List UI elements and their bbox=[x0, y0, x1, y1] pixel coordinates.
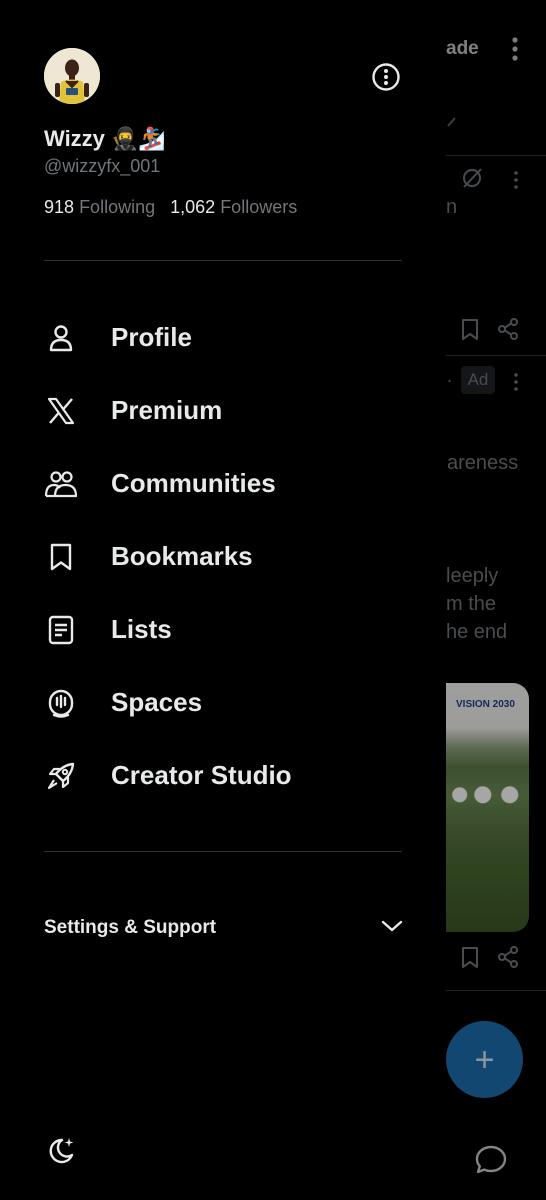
media-caption: VISION 2030 bbox=[456, 699, 515, 710]
menu-item-spaces[interactable]: Spaces bbox=[0, 666, 446, 739]
menu-item-label: Premium bbox=[111, 395, 223, 425]
divider bbox=[44, 851, 402, 852]
chevron-fragment-icon bbox=[446, 110, 458, 135]
chevron-down-icon bbox=[380, 919, 404, 938]
menu-item-label: Lists bbox=[111, 614, 172, 644]
menu-item-communities[interactable]: Communities bbox=[0, 447, 446, 520]
settings-support-label: Settings & Support bbox=[44, 917, 217, 938]
feed-divider bbox=[446, 990, 546, 991]
menu-item-profile[interactable]: Profile bbox=[0, 301, 446, 374]
menu-item-label: Communities bbox=[111, 468, 276, 498]
menu-item-label: Spaces bbox=[111, 687, 203, 717]
menu-item-label: Creator Studio bbox=[111, 760, 292, 790]
avatar[interactable] bbox=[44, 48, 100, 104]
feed-divider bbox=[446, 355, 546, 356]
display-name[interactable]: Wizzy 🥷🏂 bbox=[44, 126, 166, 152]
feed-text-fragment: leeply bbox=[446, 565, 499, 587]
feed-text-fragment: m the bbox=[446, 593, 497, 615]
display-mode-button[interactable] bbox=[44, 1134, 78, 1168]
following-count: 918 bbox=[44, 197, 75, 217]
divider bbox=[44, 260, 402, 261]
menu-item-label: Bookmarks bbox=[111, 541, 253, 571]
settings-support-toggle[interactable]: Settings & Support bbox=[44, 904, 404, 952]
feed-dot-fragment: . bbox=[447, 366, 453, 386]
plus-icon: + bbox=[474, 1040, 495, 1079]
share-icon[interactable] bbox=[497, 946, 519, 973]
navigation-drawer: Wizzy 🥷🏂 @wizzyfx_001 918 Following 1,06… bbox=[0, 0, 446, 1200]
more-vertical-icon[interactable] bbox=[508, 36, 522, 69]
spaces-icon bbox=[44, 686, 78, 720]
bookmark-icon bbox=[44, 540, 78, 574]
followers-link[interactable]: 1,062 Followers bbox=[170, 197, 297, 217]
grok-icon[interactable] bbox=[460, 166, 484, 195]
feed-header-fragment: ade bbox=[446, 38, 479, 59]
rocket-icon bbox=[44, 759, 78, 793]
messages-icon[interactable] bbox=[474, 1144, 508, 1181]
menu-item-lists[interactable]: Lists bbox=[0, 593, 446, 666]
post-more-icon[interactable] bbox=[511, 372, 521, 397]
x-logo-icon bbox=[44, 394, 78, 428]
post-more-icon[interactable] bbox=[511, 170, 521, 195]
menu-item-bookmarks[interactable]: Bookmarks bbox=[0, 520, 446, 593]
menu-item-premium[interactable]: Premium bbox=[0, 374, 446, 447]
feed-text-fragment: n bbox=[446, 196, 458, 218]
media-people bbox=[452, 781, 529, 827]
list-icon bbox=[44, 613, 78, 647]
follow-stats: 918 Following 1,062 Followers bbox=[44, 197, 297, 218]
more-options-icon bbox=[372, 63, 400, 91]
menu-item-creator-studio[interactable]: Creator Studio bbox=[0, 739, 446, 812]
ad-badge: Ad bbox=[461, 366, 495, 394]
feed-divider bbox=[446, 155, 546, 156]
app-screen: ade n . Ad areness leeply m the he end V… bbox=[0, 0, 546, 1200]
moon-sparkle-icon bbox=[49, 1138, 74, 1164]
bookmark-icon[interactable] bbox=[460, 946, 480, 975]
feed-text-fragment: he end bbox=[446, 621, 508, 643]
followers-count: 1,062 bbox=[170, 197, 216, 217]
bookmark-icon[interactable] bbox=[460, 318, 480, 347]
following-label: Following bbox=[79, 197, 156, 217]
followers-label: Followers bbox=[220, 197, 298, 217]
following-link[interactable]: 918 Following bbox=[44, 197, 155, 217]
share-icon[interactable] bbox=[497, 318, 519, 345]
feed-text-fragment: areness bbox=[447, 452, 519, 474]
username-handle: @wizzyfx_001 bbox=[44, 156, 161, 176]
menu-item-label: Profile bbox=[111, 322, 192, 352]
person-icon bbox=[44, 321, 78, 355]
account-options-button[interactable] bbox=[371, 62, 401, 92]
compose-post-button[interactable]: + bbox=[446, 1021, 523, 1098]
communities-icon bbox=[44, 467, 78, 501]
post-media-image[interactable]: VISION 2030 bbox=[446, 683, 529, 932]
